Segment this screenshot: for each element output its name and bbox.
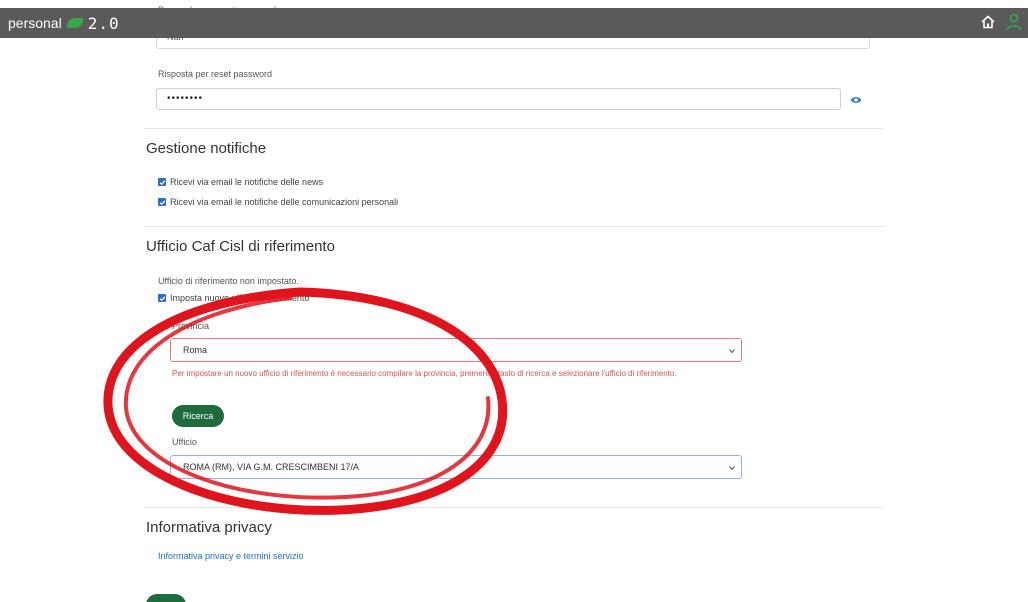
news-notification-label: Ricevi via email le notifiche delle news (170, 177, 324, 187)
privacy-link[interactable]: Informativa privacy e termini servizio (158, 551, 304, 561)
check-icon (159, 295, 165, 301)
office-title: Ufficio Caf Cisl di riferimento (146, 238, 335, 255)
save-button[interactable] (146, 594, 186, 602)
user-icon[interactable] (1006, 13, 1022, 31)
brand-name: personal (8, 15, 62, 31)
chevron-down-icon (729, 466, 735, 471)
office-value: ROMA (RM), VIA G.M. CRESCIMBENI 17/A (183, 462, 360, 472)
province-value: Roma (183, 345, 208, 355)
eye-icon[interactable] (850, 96, 862, 104)
office-select[interactable]: ROMA (RM), VIA G.M. CRESCIMBENI 17/A (170, 455, 742, 479)
news-notification-checkbox[interactable] (158, 178, 166, 186)
news-notification-row[interactable]: Ricevi via email le notifiche delle news (158, 177, 323, 187)
personal-notification-checkbox[interactable] (158, 198, 166, 206)
province-select[interactable]: Roma (170, 338, 742, 362)
privacy-title: Informativa privacy (146, 519, 272, 536)
office-status-text: Ufficio di riferimento non impostato. (158, 276, 299, 286)
check-icon (159, 179, 165, 185)
reset-answer-value: •••••••• (167, 93, 204, 104)
set-new-office-checkbox[interactable] (158, 294, 166, 302)
reset-answer-input[interactable]: •••••••• (156, 88, 841, 110)
set-new-office-row[interactable]: Imposta nuovo ufficio di riferimento (158, 293, 309, 303)
brand-logo[interactable]: personal 2.0 (8, 13, 120, 33)
brand-version: 2.0 (87, 13, 120, 33)
home-icon[interactable] (980, 14, 996, 30)
province-error-text: Per impostare un nuovo ufficio di riferi… (172, 369, 677, 378)
province-label: Provincia (172, 321, 210, 331)
office-label: Ufficio (172, 437, 197, 447)
check-icon (159, 199, 165, 205)
notifications-title: Gestione notifiche (146, 140, 267, 157)
settings-page: Domanda per reset password Nan personal … (0, 0, 1028, 602)
personal-notification-row[interactable]: Ricevi via email le notifiche delle comu… (158, 197, 398, 207)
search-button[interactable]: Ricerca (172, 405, 224, 427)
divider (144, 507, 884, 508)
reset-answer-label: Risposta per reset password (158, 69, 273, 79)
leaf-icon (66, 18, 83, 28)
divider (144, 226, 884, 227)
chevron-down-icon (729, 349, 735, 354)
divider (144, 128, 884, 129)
top-navbar: personal 2.0 (0, 8, 1028, 38)
personal-notification-label: Ricevi via email le notifiche delle comu… (170, 197, 399, 207)
set-new-office-label: Imposta nuovo ufficio di riferimento (170, 293, 310, 303)
